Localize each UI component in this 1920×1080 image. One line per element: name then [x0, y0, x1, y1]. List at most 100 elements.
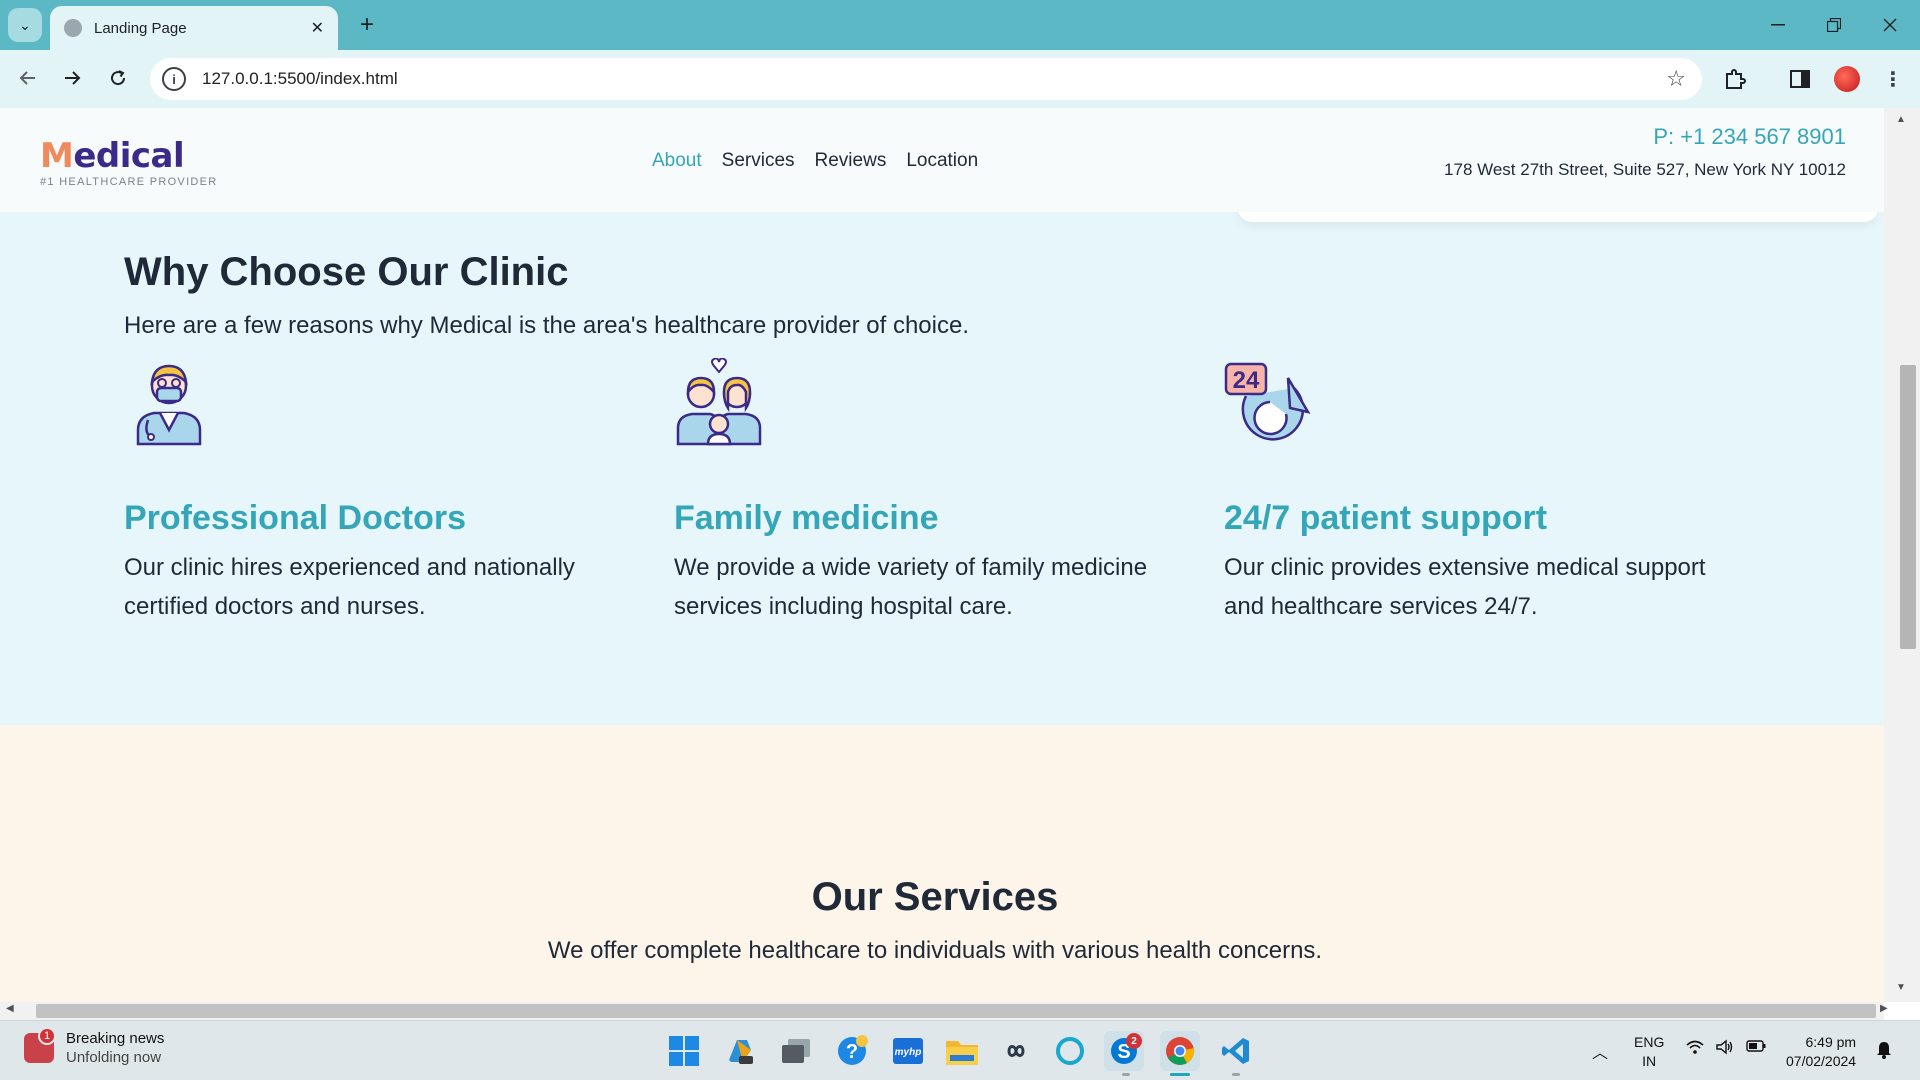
chrome-icon [1166, 1037, 1195, 1065]
section-subtitle: We offer complete healthcare to individu… [547, 937, 1323, 964]
scroll-down-arrow-icon[interactable]: ▼ [1896, 982, 1906, 993]
alexa-app[interactable] [1050, 1031, 1090, 1071]
feature-card: Professional Doctors Our clinic hires ex… [124, 358, 644, 626]
chrome-app[interactable] [1160, 1031, 1200, 1071]
copilot-app[interactable] [720, 1031, 760, 1071]
volume-icon [1716, 1039, 1733, 1055]
notification-badge: 2 [1126, 1033, 1142, 1049]
section-subtitle: Here are a few reasons why Medical is th… [124, 312, 970, 339]
why-choose-section: Why Choose Our Clinic Here are a few rea… [0, 212, 1884, 725]
bookmark-star-icon[interactable]: ☆ [1666, 66, 1686, 92]
feature-description: Our clinic hires experienced and nationa… [124, 554, 575, 620]
tab-search-button[interactable]: ⌄ [8, 8, 42, 42]
vscode-icon [1222, 1038, 1249, 1064]
help-icon: ? [838, 1035, 868, 1065]
clock[interactable]: 6:49 pm 07/02/2024 [1786, 1033, 1856, 1071]
forward-button[interactable] [54, 60, 90, 96]
logo-wordmark: Medical [40, 136, 185, 176]
scroll-left-arrow-icon[interactable]: ◀ [6, 1003, 14, 1014]
nav-link-services[interactable]: Services [722, 150, 795, 172]
reload-button[interactable] [100, 60, 136, 96]
services-section: Our Services We offer complete healthcar… [0, 725, 1884, 1002]
side-panel-icon [1790, 70, 1810, 88]
feature-title: Professional Doctors [124, 499, 466, 537]
news-subtitle: Unfolding now [66, 1049, 162, 1066]
phone-number[interactable]: P: +1 234 567 8901 [1444, 124, 1846, 150]
extensions-button[interactable] [1718, 62, 1752, 96]
section-title: Why Choose Our Clinic [124, 250, 569, 294]
running-indicator [1122, 1073, 1130, 1076]
browser-toolbar: i 127.0.0.1:5500/index.html ☆ ⋮ [0, 50, 1920, 108]
more-vertical-icon: ⋮ [1883, 68, 1903, 91]
doctor-icon [136, 364, 202, 446]
vertical-scroll-thumb[interactable] [1900, 365, 1916, 649]
running-indicator [1232, 1073, 1240, 1076]
back-button[interactable] [10, 60, 46, 96]
myhp-app[interactable]: myhp [888, 1031, 928, 1071]
horizontal-scroll-thumb[interactable] [36, 1004, 1876, 1018]
feature-description: We provide a wide variety of family medi… [674, 554, 1148, 620]
arrow-left-icon [19, 71, 35, 85]
notification-bell-icon[interactable] [1876, 1041, 1892, 1064]
start-button[interactable] [664, 1031, 704, 1071]
family-icon [676, 357, 762, 446]
system-tray[interactable] [1686, 1039, 1766, 1055]
close-tab-button[interactable]: ✕ [311, 18, 324, 38]
taskbar: 1 Breaking news Unfolding now ? myhp S 2 [0, 1020, 1920, 1080]
vscode-app[interactable] [1216, 1031, 1256, 1071]
feature-card: Family medicine We provide a wide variet… [674, 357, 1194, 626]
nav-link-reviews[interactable]: Reviews [815, 150, 887, 172]
browser-tab[interactable]: Landing Page ✕ [50, 6, 338, 50]
close-icon [1883, 18, 1897, 32]
profile-avatar[interactable] [1834, 66, 1860, 92]
browser-menu-button[interactable]: ⋮ [1876, 62, 1910, 96]
page-viewport: Medical #1 HEALTHCARE PROVIDER About Ser… [0, 108, 1884, 1002]
side-panel-button[interactable] [1783, 62, 1817, 96]
news-title: Breaking news [66, 1030, 165, 1047]
skype-app[interactable]: S 2 [1104, 1031, 1144, 1071]
scroll-up-arrow-icon[interactable]: ▲ [1896, 114, 1906, 125]
task-view-button[interactable] [776, 1031, 816, 1071]
globe-icon [64, 19, 82, 37]
file-explorer-app[interactable] [942, 1031, 982, 1071]
site-header: Medical #1 HEALTHCARE PROVIDER About Ser… [0, 108, 1884, 212]
feature-card: 24 24/7 patient support Our clinic provi… [1224, 358, 1744, 626]
reload-icon [111, 70, 126, 86]
clinic-address: 178 West 27th Street, Suite 527, New Yor… [1444, 160, 1846, 179]
battery-icon [1746, 1040, 1766, 1052]
minimize-button[interactable] [1750, 0, 1806, 50]
clock-date: 07/02/2024 [1786, 1053, 1857, 1069]
scroll-right-arrow-icon[interactable]: ▶ [1880, 1003, 1888, 1014]
site-info-icon[interactable]: i [162, 67, 186, 91]
24-7-support-icon: 24 [1224, 362, 1311, 441]
folder-icon [946, 1041, 978, 1065]
help-app[interactable]: ? [832, 1031, 872, 1071]
task-view-icon [782, 1039, 810, 1063]
wifi-icon [1686, 1040, 1704, 1054]
news-widget[interactable]: 1 Breaking news Unfolding now [24, 1027, 165, 1066]
site-logo[interactable]: Medical #1 HEALTHCARE PROVIDER [40, 136, 218, 188]
feature-description: Our clinic provides extensive medical su… [1224, 554, 1706, 620]
new-tab-button[interactable]: + [352, 10, 382, 40]
myhp-icon: myhp [893, 1038, 923, 1064]
feature-title: Family medicine [674, 499, 939, 537]
close-window-button[interactable] [1862, 0, 1918, 50]
clock-time: 6:49 pm [1805, 1034, 1857, 1050]
chevron-up-icon[interactable]: ︿ [1592, 1039, 1608, 1063]
restore-button[interactable] [1806, 0, 1862, 50]
address-bar[interactable]: i 127.0.0.1:5500/index.html ☆ [150, 58, 1702, 100]
url-text[interactable]: 127.0.0.1:5500/index.html [202, 69, 398, 89]
logo-tagline: #1 HEALTHCARE PROVIDER [40, 176, 218, 188]
tab-title: Landing Page [94, 19, 187, 37]
puzzle-icon [1726, 69, 1746, 89]
svg-text:?: ? [846, 1041, 858, 1063]
meta-app[interactable] [996, 1031, 1036, 1071]
chevron-down-icon: ⌄ [19, 16, 31, 33]
minimize-icon [1771, 24, 1785, 26]
language-indicator[interactable]: ENG IN [1634, 1033, 1664, 1071]
main-navigation: About Services Reviews Location [652, 150, 978, 172]
svg-text:myhp: myhp [895, 1047, 922, 1058]
active-indicator [1170, 1073, 1190, 1076]
nav-link-location[interactable]: Location [906, 150, 978, 172]
nav-link-about[interactable]: About [652, 150, 702, 172]
